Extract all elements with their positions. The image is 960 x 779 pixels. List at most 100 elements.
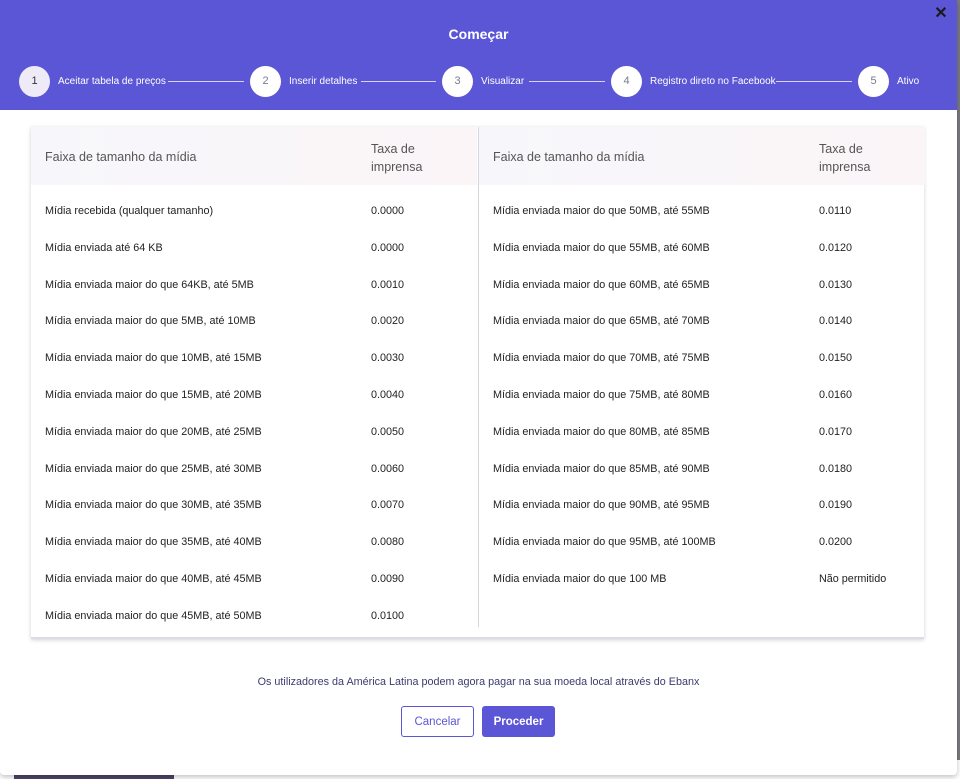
media-size-range: Mídia enviada maior do que 30MB, até 35M…	[45, 499, 262, 512]
proceed-button[interactable]: Proceder	[482, 706, 555, 737]
table-row: Mídia enviada maior do que 75MB, até 80M…	[479, 386, 925, 406]
press-rate: 0.0070	[371, 499, 405, 512]
step-number: 3	[442, 65, 473, 97]
table-row: Mídia enviada maior do que 70MB, até 75M…	[479, 349, 925, 369]
media-size-range: Mídia enviada maior do que 50MB, até 55M…	[493, 205, 710, 217]
press-rate: 0.0130	[819, 278, 853, 291]
column-header-rate-line1: Taxa de	[371, 142, 415, 156]
table-row: Mídia enviada maior do que 100 MB Não per…	[479, 570, 925, 590]
pricing-table-left-column: Faixa de tamanho da mídia Taxa de impren…	[31, 127, 477, 627]
media-size-range: Mídia enviada maior do que 85MB, até 90M…	[493, 462, 710, 475]
press-rate: 0.0190	[819, 499, 853, 512]
media-size-range: Mídia enviada maior do que 90MB, até 95M…	[493, 499, 710, 512]
column-header-rate-line1: Taxa de	[819, 142, 863, 156]
column-header-rate-line2: imprensa	[371, 160, 423, 174]
press-rate: 0.0180	[819, 462, 853, 475]
step-number: 1	[19, 65, 50, 97]
table-row: Mídia enviada maior do que 30MB, até 35M…	[31, 496, 477, 516]
step-connector	[168, 81, 244, 82]
step-number: 4	[611, 65, 642, 97]
table-row: Mídia enviada maior do que 10MB, até 15M…	[31, 349, 477, 369]
media-size-range: Mídia enviada maior do que 100 MB	[493, 573, 667, 585]
latam-payment-notice: Os utilizadores da América Latina podem …	[257, 676, 700, 688]
press-rate: Não permitido	[819, 573, 887, 585]
media-size-range: Mídia enviada maior do que 55MB, até 60M…	[493, 241, 710, 254]
table-row: Mídia enviada até 64 KB 0.0000	[31, 239, 477, 259]
step-connector	[529, 81, 605, 82]
dialog-title: Começar	[448, 26, 509, 42]
media-size-range: Mídia enviada maior do que 70MB, até 75M…	[493, 352, 710, 365]
table-header: Faixa de tamanho da mídia Taxa de impren…	[479, 127, 925, 185]
column-header-rate: Taxa de imprensa	[819, 140, 899, 176]
press-rate: 0.0060	[371, 462, 405, 475]
step-label: Registro direto no Facebook	[650, 75, 776, 87]
column-header-range: Faixa de tamanho da mídia	[493, 150, 645, 164]
media-size-range: Mídia enviada maior do que 40MB, até 45M…	[45, 573, 262, 585]
step-3[interactable]: 3 Visualizar	[442, 65, 524, 97]
media-size-range: Mídia enviada maior do que 5MB, até 10MB	[45, 315, 256, 328]
press-rate: 0.0000	[371, 241, 405, 254]
pricing-table-right-column: Faixa de tamanho da mídia Taxa de impren…	[478, 127, 925, 627]
media-size-range: Mídia enviada maior do que 10MB, até 15M…	[45, 352, 262, 365]
table-row: Mídia enviada maior do que 60MB, até 65M…	[479, 276, 925, 296]
step-number: 2	[250, 65, 281, 97]
step-2[interactable]: 2 Inserir detalhes	[250, 65, 357, 97]
step-connector	[776, 81, 852, 82]
press-rate: 0.0110	[819, 205, 852, 217]
table-row: Mídia enviada maior do que 64KB, até 5MB…	[31, 276, 477, 296]
press-rate: 0.0050	[371, 425, 405, 438]
press-rate: 0.0010	[371, 278, 405, 291]
table-row: Mídia enviada maior do que 45MB, até 50M…	[31, 607, 477, 627]
press-rate: 0.0170	[819, 425, 853, 438]
media-size-range: Mídia enviada até 64 KB	[45, 241, 163, 254]
step-5[interactable]: 5 Ativo	[858, 65, 919, 97]
media-size-range: Mídia enviada maior do que 75MB, até 80M…	[493, 389, 710, 401]
press-rate: 0.0200	[819, 536, 853, 549]
press-rate: 0.0000	[371, 205, 405, 217]
media-size-range: Mídia enviada maior do que 60MB, até 65M…	[493, 278, 710, 291]
table-row: Mídia enviada maior do que 80MB, até 85M…	[479, 423, 925, 443]
media-size-range: Mídia enviada maior do que 20MB, até 25M…	[45, 425, 262, 438]
step-connector	[361, 81, 436, 82]
media-size-range: Mídia enviada maior do que 65MB, até 70M…	[493, 315, 710, 328]
table-row: Mídia enviada maior do que 55MB, até 60M…	[479, 239, 925, 259]
table-row: Mídia enviada maior do que 25MB, até 30M…	[31, 460, 477, 480]
media-size-range: Mídia enviada maior do que 25MB, até 30M…	[45, 462, 262, 475]
press-rate: 0.0150	[819, 352, 853, 365]
media-size-range: Mídia enviada maior do que 64KB, até 5MB	[45, 278, 254, 291]
column-header-rate: Taxa de imprensa	[371, 140, 451, 176]
media-size-range: Mídia enviada maior do que 15MB, até 20M…	[45, 389, 262, 401]
column-header-rate-line2: imprensa	[819, 160, 871, 174]
get-started-dialog: Começar ✕ 1 Aceitar tabela de preços 2 I…	[0, 0, 957, 775]
press-rate: 0.0140	[819, 315, 853, 328]
press-rate: 0.0090	[371, 573, 405, 585]
table-row: Mídia enviada maior do que 15MB, até 20M…	[31, 386, 477, 406]
press-rate: 0.0020	[371, 315, 405, 328]
step-label: Ativo	[897, 75, 920, 87]
pricing-table: Faixa de tamanho da mídia Taxa de impren…	[31, 127, 925, 639]
step-label: Visualizar	[481, 75, 525, 87]
press-rate: 0.0040	[371, 389, 405, 401]
press-rate: 0.0100	[371, 609, 405, 622]
table-row: Mídia enviada maior do que 35MB, até 40M…	[31, 533, 477, 553]
table-row: Mídia enviada maior do que 5MB, até 10MB…	[31, 312, 477, 332]
media-size-range: Mídia enviada maior do que 45MB, até 50M…	[45, 609, 262, 622]
table-row: Mídia enviada maior do que 85MB, até 90M…	[479, 460, 925, 480]
media-size-range: Mídia recebida (qualquer tamanho)	[45, 205, 214, 217]
table-row: Mídia enviada maior do que 50MB, até 55M…	[479, 202, 925, 222]
table-row: Mídia enviada maior do que 95MB, até 100…	[479, 533, 925, 553]
press-rate: 0.0080	[371, 536, 405, 549]
table-row: Mídia enviada maior do que 65MB, até 70M…	[479, 312, 925, 332]
step-label: Inserir detalhes	[289, 75, 358, 87]
table-row: Mídia enviada maior do que 40MB, até 45M…	[31, 570, 477, 590]
step-4[interactable]: 4 Registro direto no Facebook	[611, 65, 776, 97]
dialog-header: Começar ✕ 1 Aceitar tabela de preços 2 I…	[0, 0, 957, 110]
close-icon[interactable]: ✕	[932, 5, 950, 23]
table-header: Faixa de tamanho da mídia Taxa de impren…	[31, 127, 477, 185]
cancel-button[interactable]: Cancelar	[401, 706, 474, 737]
step-1[interactable]: 1 Aceitar tabela de preços	[19, 65, 166, 97]
table-row: Mídia recebida (qualquer tamanho) 0.0000	[31, 202, 477, 222]
column-header-range: Faixa de tamanho da mídia	[45, 150, 197, 164]
table-row: Mídia enviada maior do que 20MB, até 25M…	[31, 423, 477, 443]
step-label: Aceitar tabela de preços	[58, 75, 166, 87]
